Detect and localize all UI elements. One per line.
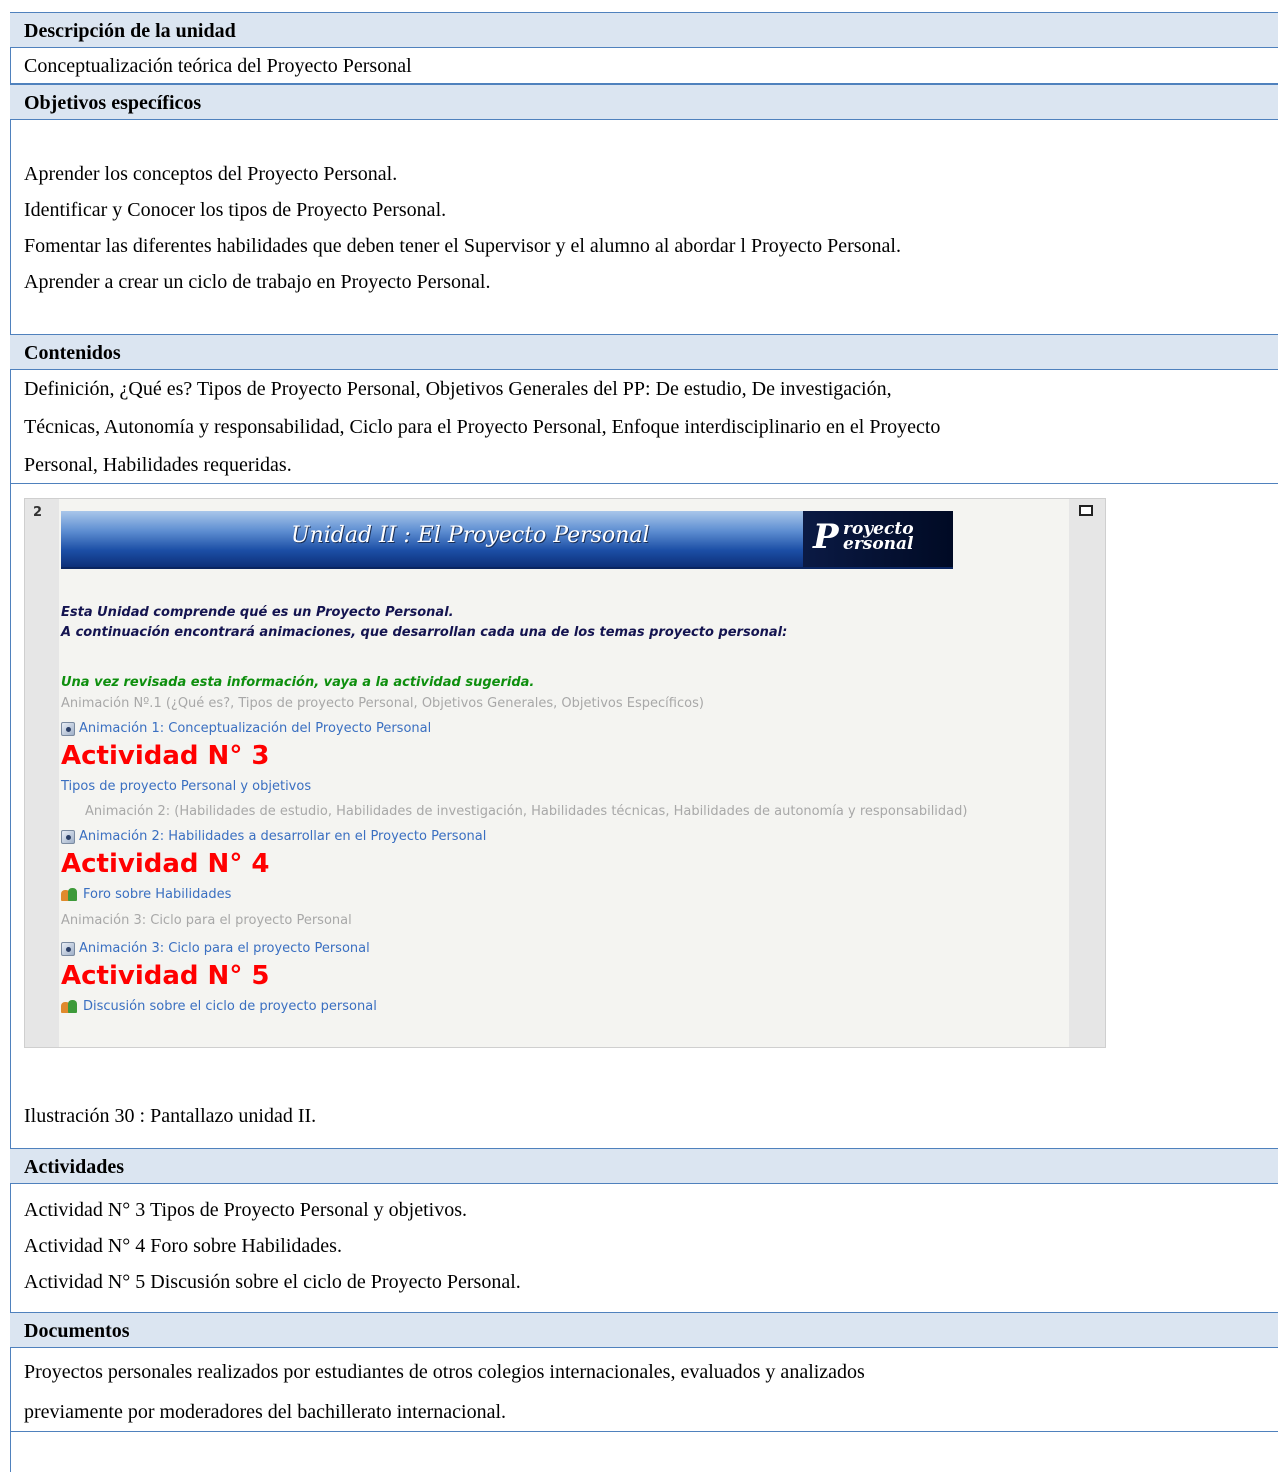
forum-icon xyxy=(61,999,79,1014)
document-page: Descripción de la unidad Conceptualizaci… xyxy=(0,0,1278,1472)
documentos-line: previamente por moderadores del bachille… xyxy=(10,1392,1278,1432)
activity-3-heading: Actividad N° 3 xyxy=(61,741,270,771)
activity-5-link[interactable]: Discusión sobre el ciclo de proyecto per… xyxy=(61,999,377,1014)
heading-actividades: Actividades xyxy=(10,1148,1278,1184)
actividad-item: Actividad N° 5 Discusión sobre el ciclo … xyxy=(24,1271,521,1293)
banner-title: Unidad II : El Proyecto Personal xyxy=(291,523,650,548)
animation-description: Animación 3: Ciclo para el proyecto Pers… xyxy=(61,913,352,928)
animation-icon xyxy=(61,721,75,736)
contenidos-line: Personal, Habilidades requeridas. xyxy=(10,446,1278,484)
heading-contenidos: Contenidos xyxy=(10,334,1278,370)
descripcion-text: Conceptualización teórica del Proyecto P… xyxy=(10,48,1278,84)
actividad-item: Actividad N° 3 Tipos de Proyecto Persona… xyxy=(24,1199,467,1221)
proyecto-personal-logo: P royecto ersonal xyxy=(803,511,953,567)
animation-icon xyxy=(61,941,75,956)
contenidos-line: Técnicas, Autonomía y responsabilidad, C… xyxy=(24,416,941,438)
checkbox-icon xyxy=(1079,505,1093,516)
unit-screenshot: 2 Unidad II : El Proyecto Personal P roy… xyxy=(24,498,1106,1048)
section-number: 2 xyxy=(33,505,43,520)
screenshot-content: Unidad II : El Proyecto Personal P royec… xyxy=(59,499,1069,1047)
figure-caption: Ilustración 30 : Pantallazo unidad II. xyxy=(24,1105,317,1127)
activity-4-link[interactable]: Foro sobre Habilidades xyxy=(61,887,231,902)
intro-text: Esta Unidad comprende qué es un Proyecto… xyxy=(61,605,454,620)
objetivo-item: Aprender a crear un ciclo de trabajo en … xyxy=(24,271,491,293)
forum-icon xyxy=(61,887,79,902)
objetivo-item: Identificar y Conocer los tipos de Proye… xyxy=(24,199,447,221)
objetivo-item: Aprender los conceptos del Proyecto Pers… xyxy=(24,163,398,185)
notice-text: Una vez revisada esta información, vaya … xyxy=(61,675,535,690)
animation-1-link[interactable]: Animación 1: Conceptualización del Proye… xyxy=(61,721,431,736)
animation-3-link[interactable]: Animación 3: Ciclo para el proyecto Pers… xyxy=(61,941,370,956)
animation-2-link[interactable]: Animación 2: Habilidades a desarrollar e… xyxy=(61,829,486,844)
animation-description: Animación Nº.1 (¿Qué es?, Tipos de proye… xyxy=(61,696,704,711)
unit-banner: Unidad II : El Proyecto Personal P royec… xyxy=(61,511,953,569)
heading-descripcion: Descripción de la unidad xyxy=(10,12,1278,48)
activity-5-heading: Actividad N° 5 xyxy=(61,961,270,991)
animation-description: Animación 2: (Habilidades de estudio, Ha… xyxy=(85,804,968,819)
documentos-line: Proyectos personales realizados por estu… xyxy=(24,1361,865,1383)
activity-4-heading: Actividad N° 4 xyxy=(61,849,270,879)
actividad-item: Actividad N° 4 Foro sobre Habilidades. xyxy=(24,1235,342,1257)
heading-documentos: Documentos xyxy=(10,1312,1278,1348)
activity-3-link[interactable]: Tipos de proyecto Personal y objetivos xyxy=(61,779,311,794)
objetivo-item: Fomentar las diferentes habilidades que … xyxy=(24,235,901,257)
heading-objetivos: Objetivos específicos xyxy=(10,84,1278,120)
contenidos-line: Definición, ¿Qué es? Tipos de Proyecto P… xyxy=(24,378,892,400)
intro-text: A continuación encontrará animaciones, q… xyxy=(61,625,788,640)
animation-icon xyxy=(61,829,75,844)
